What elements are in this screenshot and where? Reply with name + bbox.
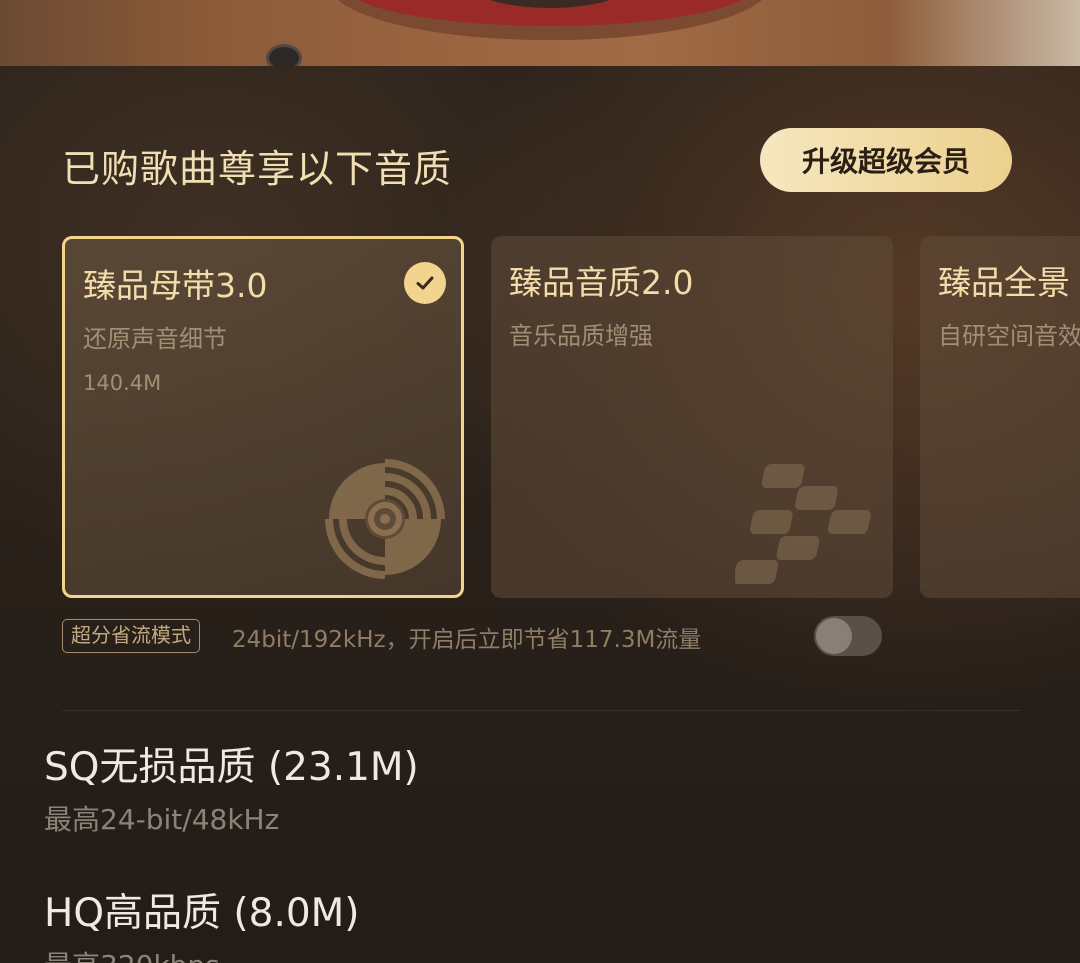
- quality-card-spatial[interactable]: 臻品全景 自研空间音效: [920, 236, 1080, 598]
- card-name: 臻品音质2.0: [509, 263, 694, 302]
- disc-icon: [325, 459, 445, 579]
- card-desc: 自研空间音效: [938, 322, 1080, 350]
- quality-option-sq[interactable]: SQ无损品质 (23.1M) 最高24-bit/48kHz: [44, 736, 419, 838]
- quality-card-master[interactable]: 臻品母带3.0 还原声音细节 140.4M: [62, 236, 464, 598]
- quality-cards-carousel[interactable]: 臻品母带3.0 还原声音细节 140.4M 臻品音质2.0 音乐品质增强 臻品全…: [62, 236, 1080, 598]
- quality-option-title: HQ高品质 (8.0M): [44, 891, 360, 936]
- data-saver-badge: 超分省流模式: [62, 619, 200, 653]
- selected-check-icon: [404, 262, 446, 304]
- data-saver-row: 超分省流模式 24bit/192kHz，开启后立即节省117.3M流量: [62, 616, 892, 656]
- quality-card-hires[interactable]: 臻品音质2.0 音乐品质增强: [491, 236, 893, 598]
- quality-option-title: SQ无损品质 (23.1M): [44, 745, 419, 790]
- quality-option-hq[interactable]: HQ高品质 (8.0M) 最高320kbps: [44, 882, 360, 963]
- turntable-knob: [266, 44, 302, 68]
- card-name: 臻品全景: [938, 263, 1070, 302]
- data-saver-description: 24bit/192kHz，开启后立即节省117.3M流量: [232, 627, 702, 653]
- quality-option-subtitle: 最高320kbps: [44, 944, 360, 963]
- pixel-tiles-icon: [735, 464, 871, 584]
- toggle-knob: [816, 618, 852, 654]
- album-art-banner: [0, 0, 1080, 68]
- divider: [62, 710, 1020, 711]
- card-size: 140.4M: [83, 371, 162, 395]
- card-desc: 音乐品质增强: [509, 322, 653, 350]
- data-saver-toggle[interactable]: [814, 616, 882, 656]
- card-name: 臻品母带3.0: [83, 266, 268, 305]
- section-title: 已购歌曲尊享以下音质: [62, 147, 453, 191]
- quality-sheet: 已购歌曲尊享以下音质 升级超级会员 臻品母带3.0 还原声音细节 140.4M: [0, 66, 1080, 963]
- upgrade-svip-button[interactable]: 升级超级会员: [760, 128, 1012, 192]
- card-desc: 还原声音细节: [83, 325, 227, 353]
- quality-option-subtitle: 最高24-bit/48kHz: [44, 803, 280, 836]
